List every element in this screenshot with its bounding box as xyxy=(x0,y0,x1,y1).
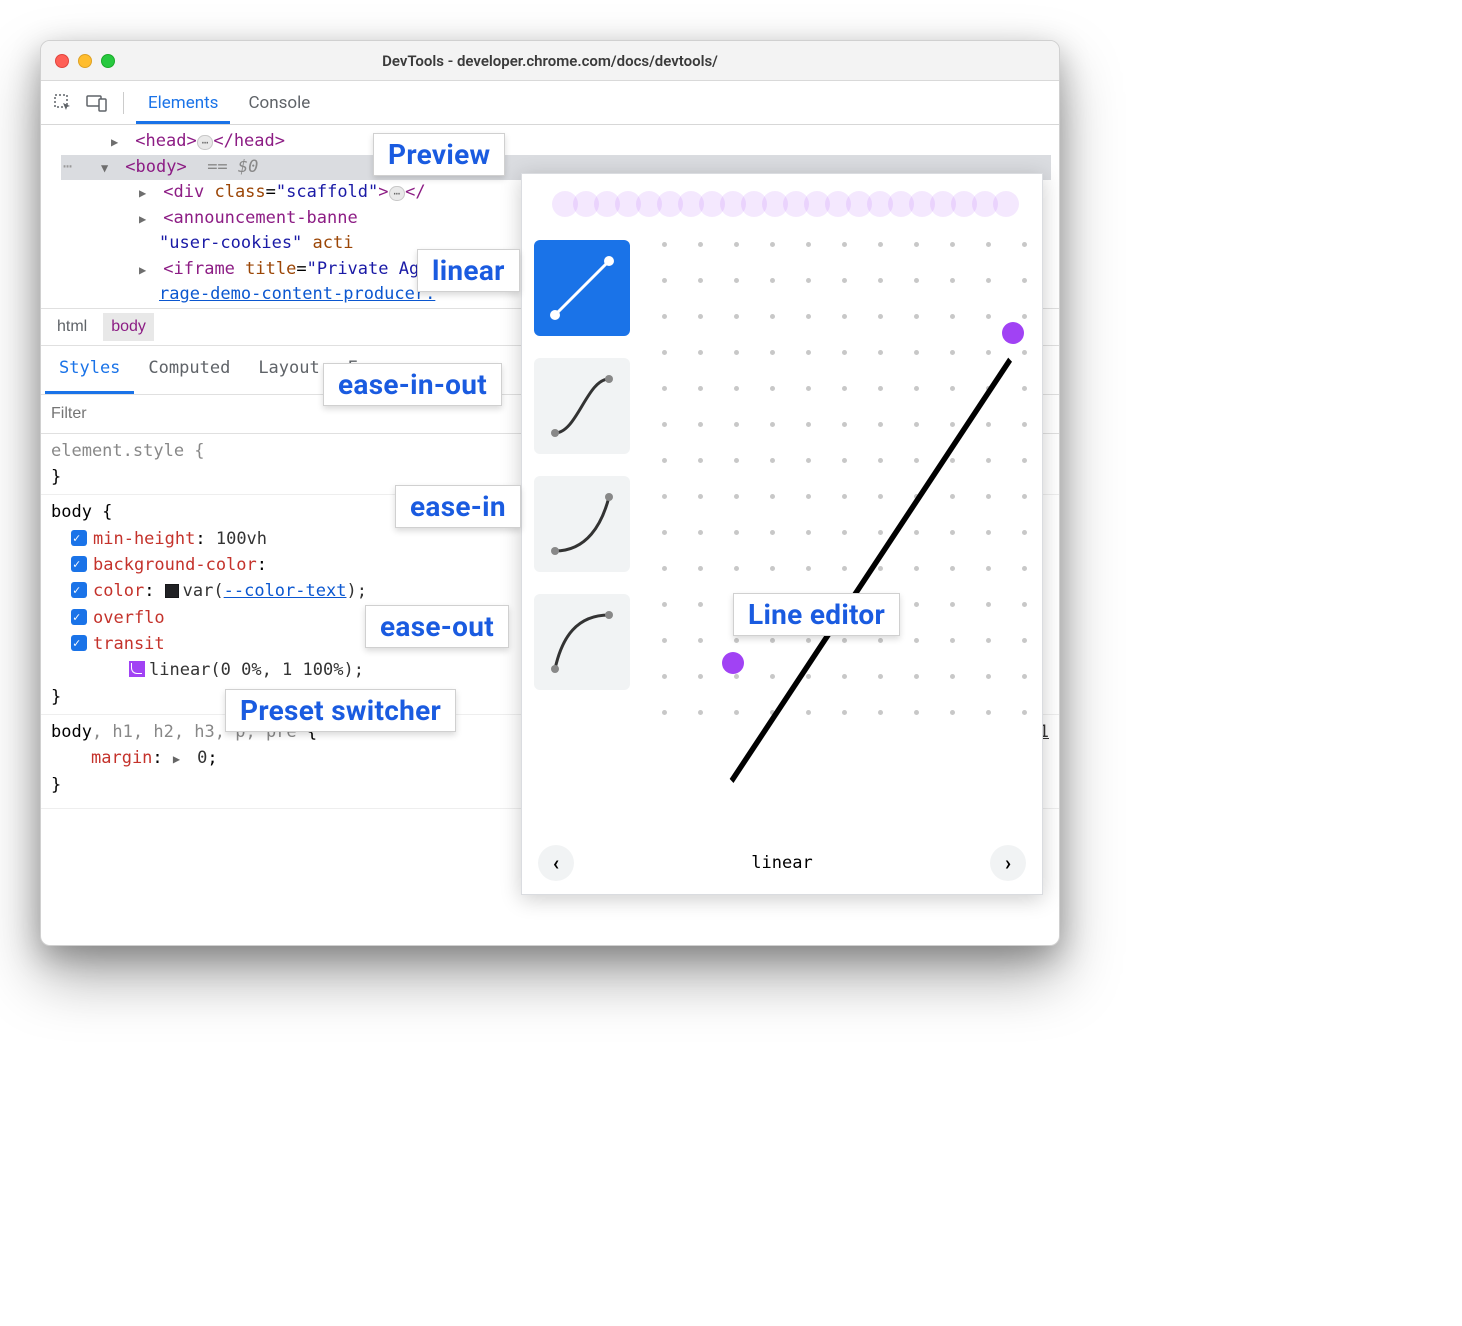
next-preset-button[interactable]: › xyxy=(990,845,1026,881)
checkbox-icon[interactable] xyxy=(71,582,87,598)
callout-line-editor: Line editor xyxy=(733,593,900,636)
prev-preset-button[interactable]: ‹ xyxy=(538,845,574,881)
device-toggle-icon[interactable] xyxy=(83,89,111,117)
checkbox-icon[interactable] xyxy=(71,635,87,651)
callout-preset-switcher: Preset switcher xyxy=(225,689,456,732)
expand-icon[interactable]: ▶ xyxy=(173,750,187,769)
ellipsis-icon[interactable]: ⋯ xyxy=(197,135,214,150)
preset-switcher: ‹ linear › xyxy=(522,842,1042,894)
devtools-window: DevTools - developer.chrome.com/docs/dev… xyxy=(40,40,1060,946)
tab-console[interactable]: Console xyxy=(236,89,322,117)
selected-indicator: == $0 xyxy=(207,157,258,177)
callout-linear: linear xyxy=(417,249,520,292)
expand-icon[interactable]: ▶ xyxy=(139,210,153,228)
easing-preview xyxy=(538,182,1026,226)
chevron-left-icon: ‹ xyxy=(553,851,559,875)
subtab-layout[interactable]: Layout xyxy=(244,346,333,395)
preset-linear[interactable] xyxy=(534,240,630,336)
window-title: DevTools - developer.chrome.com/docs/dev… xyxy=(41,52,1059,70)
checkbox-icon[interactable] xyxy=(71,530,87,546)
crumb-body[interactable]: body xyxy=(103,313,154,341)
easing-preset-list xyxy=(534,232,634,832)
callout-ease-in: ease-in xyxy=(395,485,521,528)
preview-animation xyxy=(552,190,1012,218)
preset-ease-out[interactable] xyxy=(534,594,630,690)
checkbox-icon[interactable] xyxy=(71,609,87,625)
callout-ease-in-out: ease-in-out xyxy=(323,363,502,406)
curve-handle-end[interactable] xyxy=(1002,322,1024,344)
callout-preview: Preview xyxy=(373,133,505,176)
ellipsis-icon[interactable]: ⋯ xyxy=(389,186,406,201)
color-swatch-icon[interactable] xyxy=(165,584,179,598)
main-area: ▶ <head>⋯</head> ⋯ ▼ <body> == $0 ▶ <div… xyxy=(41,125,1059,945)
titlebar: DevTools - developer.chrome.com/docs/dev… xyxy=(41,41,1059,81)
collapse-icon[interactable]: ▼ xyxy=(101,159,115,177)
easing-editor-popover: ‹ linear › xyxy=(521,173,1043,895)
separator xyxy=(123,92,124,114)
more-icon[interactable]: ⋯ xyxy=(63,155,72,178)
callout-ease-out: ease-out xyxy=(365,605,509,648)
easing-swatch-icon[interactable] xyxy=(129,661,145,677)
expand-icon[interactable]: ▶ xyxy=(139,261,153,279)
preset-ease-in-out[interactable] xyxy=(534,358,630,454)
curve-handle-start[interactable] xyxy=(722,652,744,674)
chevron-right-icon: › xyxy=(1005,851,1011,875)
checkbox-icon[interactable] xyxy=(71,556,87,572)
easing-curve-canvas[interactable] xyxy=(652,232,1030,832)
expand-icon[interactable]: ▶ xyxy=(111,133,125,151)
subtab-styles[interactable]: Styles xyxy=(45,346,134,395)
crumb-html[interactable]: html xyxy=(49,313,95,341)
expand-icon[interactable]: ▶ xyxy=(139,184,153,202)
preset-ease-in[interactable] xyxy=(534,476,630,572)
devtools-toolbar: Elements Console xyxy=(41,81,1059,125)
subtab-computed[interactable]: Computed xyxy=(134,346,244,395)
current-preset-label: linear xyxy=(751,853,812,873)
tab-elements[interactable]: Elements xyxy=(136,89,230,124)
dom-node-head[interactable]: ▶ <head>⋯</head> xyxy=(61,129,1051,155)
inspect-icon[interactable] xyxy=(49,89,77,117)
